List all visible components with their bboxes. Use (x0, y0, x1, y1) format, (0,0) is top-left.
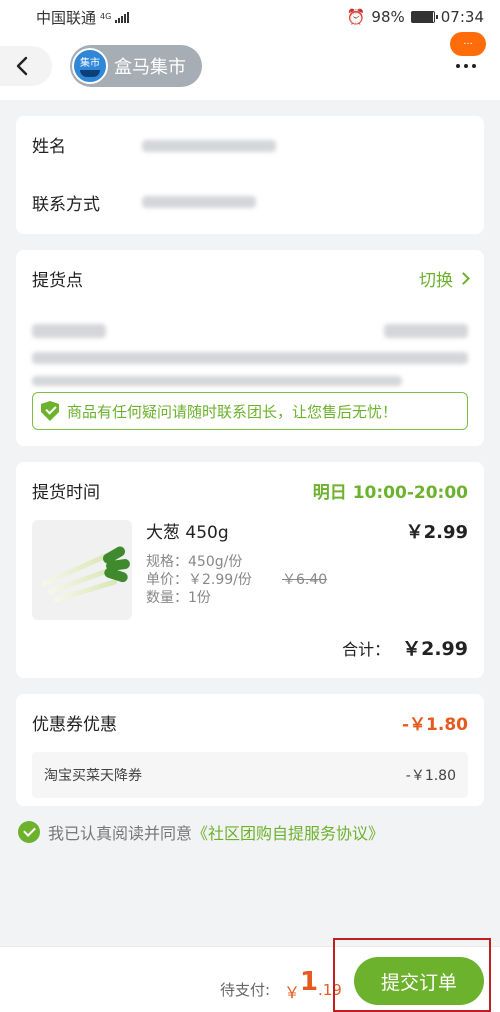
status-bar: 中国联通 4G ⏰ 98% 07:34 (0, 0, 500, 34)
name-label: 姓名 (32, 137, 66, 157)
name-value-redacted (142, 140, 276, 152)
product-quantity: 数量：1份 (146, 590, 211, 606)
coupon-item[interactable]: 淘宝买菜天降券 -￥1.80 (32, 752, 468, 798)
chevron-right-icon (457, 272, 470, 285)
pickup-address-redacted-2 (32, 376, 402, 386)
total-amount: ￥2.99 (402, 638, 468, 660)
switch-pickup-link[interactable]: 切换 (419, 266, 470, 291)
shop-logo-wave (80, 70, 100, 77)
product-price: ￥2.99 (405, 522, 468, 543)
shop-logo: 集市 (72, 48, 108, 84)
highlight-annotation (333, 938, 491, 1012)
shop-name: 盒马集市 (114, 57, 186, 78)
check-circle-icon[interactable] (18, 821, 40, 843)
agreement-link[interactable]: 《社区团购自提服务协议》 (192, 820, 384, 844)
agreement-text: 我已认真阅读并同意 (48, 824, 193, 843)
contact-card: 姓名 联系方式 (16, 116, 484, 234)
product-spec: 规格：450g/份 (146, 554, 243, 570)
pay-amount-integer: 1 (300, 967, 319, 997)
dot-icon (456, 64, 460, 68)
total-label: 合计： (342, 640, 391, 659)
status-left: 中国联通 4G (36, 7, 130, 28)
product-name[interactable]: 大葱 450g (146, 518, 229, 543)
order-card: 提货时间 明日 10:00-20:00 大葱 450g ￥2.99 规格：450… (16, 462, 484, 678)
coupon-title: 优惠券优惠 (32, 715, 117, 735)
shop-logo-text: 集市 (80, 58, 100, 69)
shop-pill[interactable]: 集市 盒马集市 (70, 45, 202, 87)
coupon-item-value: -￥1.80 (405, 768, 456, 784)
after-sales-notice: 商品有任何疑问请随时联系团长，让您售后无忧！ (32, 392, 468, 430)
pickup-time-label: 提货时间 (32, 483, 100, 503)
product-image[interactable] (32, 520, 132, 620)
pickup-name-redacted (32, 324, 106, 338)
coupon-item-name: 淘宝买菜天降券 (44, 768, 142, 784)
agreement-row: 我已认真阅读并同意 《社区团购自提服务协议》 (18, 820, 384, 844)
switch-label: 切换 (419, 271, 453, 291)
network-type: 4G (100, 12, 112, 21)
phone-label: 联系方式 (32, 195, 100, 215)
carrier-name: 中国联通 (36, 8, 97, 27)
pickup-distance-redacted (384, 324, 468, 338)
status-right: ⏰ 98% 07:34 (347, 8, 484, 26)
battery-percent: 98% (371, 8, 405, 26)
pickup-card: 提货点 切换 商品有任何疑问请随时联系团长，让您售后无忧！ (16, 250, 484, 446)
pay-label: 待支付: (220, 981, 271, 999)
alarm-icon: ⏰ (346, 8, 366, 26)
notification-badge: ··· (450, 32, 486, 56)
back-button[interactable] (0, 46, 52, 86)
coupon-card: 优惠券优惠 -￥1.80 淘宝买菜天降券 -￥1.80 (16, 694, 484, 806)
battery-icon (410, 11, 438, 23)
shield-check-icon (41, 401, 59, 421)
product-original-price: ￥6.40 (282, 572, 328, 588)
pickup-title: 提货点 (32, 271, 83, 291)
pickup-time-value: 明日 10:00-20:00 (312, 483, 468, 503)
chevron-left-icon (16, 56, 28, 76)
nav-bar: 集市 盒马集市 ··· (0, 32, 500, 100)
product-unit-price: 单价：￥2.99/份 (146, 572, 252, 588)
phone-value-redacted (142, 196, 256, 208)
order-total: 合计： ￥2.99 (342, 634, 468, 661)
dot-icon (464, 64, 468, 68)
more-options-button[interactable] (448, 56, 484, 76)
clock: 07:34 (440, 8, 484, 26)
pickup-address-redacted (32, 352, 468, 364)
notice-text: 商品有任何疑问请随时联系团长，让您售后无忧！ (67, 402, 398, 421)
signal-icon (115, 11, 130, 23)
pay-currency: ￥ (284, 983, 301, 1002)
dot-icon (472, 64, 476, 68)
coupon-total-value: -￥1.80 (402, 715, 468, 735)
